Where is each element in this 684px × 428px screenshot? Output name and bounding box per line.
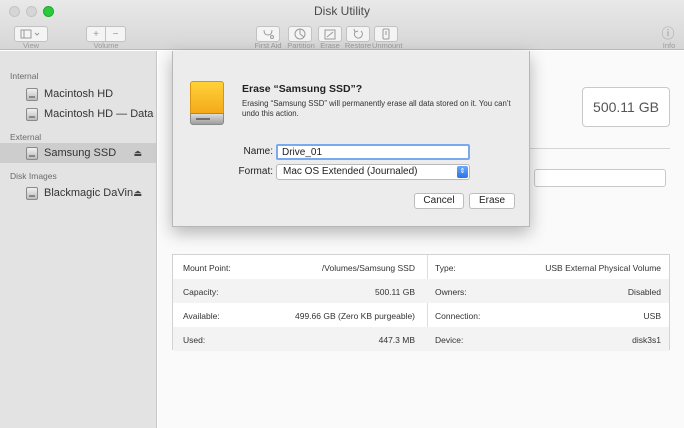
partition-icon	[294, 28, 306, 40]
eject-icon[interactable]: ⏏	[133, 188, 142, 199]
table-row: Available: 499.66 GB (Zero KB purgeable)…	[173, 303, 669, 327]
volume-info-field	[534, 169, 666, 187]
format-selected-value: Mac OS Extended (Journaled)	[283, 166, 418, 177]
sidebar-item-label: Macintosh HD	[44, 88, 114, 100]
select-arrows-icon: ⇕	[457, 166, 468, 178]
dialog-title: Erase “Samsung SSD”?	[242, 83, 363, 95]
first-aid-button[interactable]	[256, 26, 280, 42]
view-button[interactable]	[14, 26, 48, 42]
sidebar-icon	[20, 29, 40, 39]
add-volume-button[interactable]: +	[86, 26, 106, 42]
capacity-display: 500.11 GB	[582, 87, 670, 127]
view-label: View	[22, 41, 40, 50]
unmount-icon	[382, 28, 390, 40]
info-label: Type:	[435, 263, 456, 273]
info-value: 499.66 GB (Zero KB purgeable)	[294, 311, 415, 321]
erase-toolbar-button[interactable]	[318, 26, 342, 42]
first-aid-label: First Aid	[254, 41, 282, 50]
info-value: disk3s1	[632, 335, 661, 345]
unmount-button[interactable]	[374, 26, 398, 42]
format-select[interactable]: Mac OS Extended (Journaled) ⇕	[276, 164, 470, 180]
restore-control[interactable]	[346, 26, 370, 42]
dialog-message: Erasing “Samsung SSD” will permanently e…	[242, 99, 511, 118]
erase-dialog: Erase “Samsung SSD”? Erasing “Samsung SS…	[172, 51, 530, 227]
table-row: Capacity: 500.11 GB Owners: Disabled	[173, 279, 669, 303]
info-table: Mount Point: /Volumes/Samsung SSD Type: …	[172, 254, 670, 351]
volume-buttons: + −	[86, 26, 126, 42]
sidebar: Internal Macintosh HD Macintosh HD — Dat…	[0, 51, 157, 428]
info-label: Capacity:	[183, 287, 219, 297]
partition-button[interactable]	[288, 26, 312, 42]
info-value: 500.11 GB	[374, 287, 415, 297]
info-label: Available:	[183, 311, 220, 321]
window-title: Disk Utility	[314, 4, 370, 18]
table-row: Used: 447.3 MB Device: disk3s1	[173, 327, 669, 351]
format-label: Format:	[238, 166, 273, 177]
sidebar-view-control[interactable]	[14, 26, 48, 42]
info-value: Disabled	[627, 287, 661, 297]
volume-label: Volume	[93, 41, 119, 50]
disk-image-icon	[26, 186, 38, 200]
name-input[interactable]	[276, 144, 470, 160]
erase-icon	[324, 29, 336, 39]
remove-volume-button[interactable]: −	[106, 26, 126, 42]
info-value: USB	[643, 311, 661, 321]
sidebar-section-internal: Internal	[10, 71, 39, 81]
cancel-button[interactable]: Cancel	[414, 193, 464, 209]
info-label: Connection:	[435, 311, 481, 321]
first-aid-control[interactable]	[256, 26, 280, 42]
restore-label: Restore	[344, 41, 372, 50]
erase-label: Erase	[320, 41, 340, 50]
table-row: Mount Point: /Volumes/Samsung SSD Type: …	[173, 255, 669, 279]
info-label: Device:	[435, 335, 464, 345]
external-disk-icon	[26, 146, 38, 160]
restore-icon	[353, 28, 363, 39]
unmount-control[interactable]	[374, 26, 398, 42]
info-icon[interactable]: ⓘ	[660, 26, 676, 42]
info-label: Info	[662, 41, 676, 50]
info-value: /Volumes/Samsung SSD	[321, 263, 415, 273]
sidebar-item-label: Samsung SSD	[44, 147, 117, 159]
external-drive-icon	[190, 81, 224, 125]
info-value: 447.3 MB	[378, 335, 415, 345]
sidebar-item-macintosh-hd-data[interactable]: Macintosh HD — Data	[0, 104, 156, 124]
eject-icon[interactable]: ⏏	[133, 148, 142, 159]
erase-control[interactable]	[318, 26, 342, 42]
internal-disk-icon	[26, 107, 38, 121]
sidebar-item-blackmagic[interactable]: Blackmagic DaVin... ⏏	[0, 183, 156, 203]
stethoscope-icon	[263, 29, 274, 39]
internal-disk-icon	[26, 87, 38, 101]
info-value: USB External Physical Volume	[545, 263, 661, 273]
sidebar-item-label: Blackmagic DaVin...	[44, 187, 143, 199]
info-button[interactable]: ⓘ	[660, 26, 676, 42]
info-label: Used:	[183, 335, 206, 345]
sidebar-section-external: External	[10, 132, 42, 142]
name-label: Name:	[243, 146, 273, 157]
sidebar-item-samsung-ssd[interactable]: Samsung SSD ⏏	[0, 143, 156, 163]
partition-label: Partition	[287, 41, 315, 50]
info-label: Owners:	[435, 287, 467, 297]
toolbar: Disk Utility View + − Volume First Aid P…	[0, 0, 684, 50]
sidebar-item-label: Macintosh HD — Data	[44, 108, 154, 120]
unmount-label: Unmount	[372, 41, 403, 50]
sidebar-item-macintosh-hd[interactable]: Macintosh HD	[0, 84, 156, 104]
sidebar-section-disk-images: Disk Images	[10, 171, 57, 181]
partition-control[interactable]	[288, 26, 312, 42]
info-label: Mount Point:	[183, 263, 231, 273]
erase-button[interactable]: Erase	[469, 193, 515, 209]
disk-utility-window: Disk Utility View + − Volume First Aid P…	[0, 0, 684, 428]
restore-button[interactable]	[346, 26, 370, 42]
